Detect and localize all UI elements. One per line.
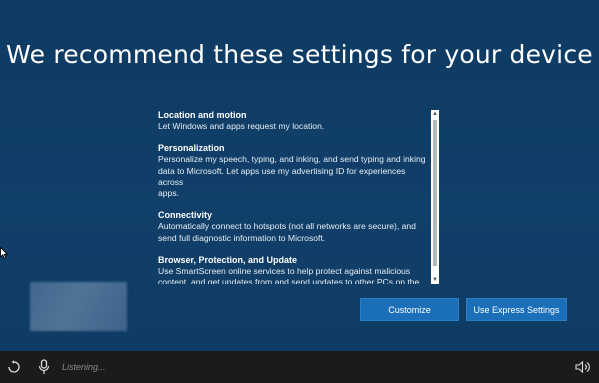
blurred-region (30, 282, 127, 331)
section-body: Personalize my speech, typing, and inkin… (158, 154, 426, 199)
taskbar: Listening... (0, 351, 599, 383)
customize-button[interactable]: Customize (360, 298, 459, 321)
scroll-down-arrow-icon[interactable]: ▼ (431, 276, 439, 284)
microphone-icon[interactable] (36, 359, 52, 375)
scroll-thumb[interactable] (433, 120, 437, 266)
section-connectivity: Connectivity Automatically connect to ho… (158, 210, 432, 244)
page-title: We recommend these settings for your dev… (6, 40, 593, 69)
volume-icon[interactable] (575, 359, 591, 375)
section-body: Let Windows and apps request my location… (158, 121, 325, 131)
section-heading: Location and motion (158, 110, 247, 120)
section-personalization: Personalization Personalize my speech, t… (158, 143, 432, 199)
section-browser-protection: Browser, Protection, and Update Use Smar… (158, 255, 432, 284)
settings-content: Location and motion Let Windows and apps… (158, 110, 432, 284)
use-express-settings-button[interactable]: Use Express Settings (466, 298, 567, 321)
section-location: Location and motion Let Windows and apps… (158, 110, 432, 132)
ease-of-access-icon[interactable] (6, 359, 22, 375)
section-body: Use SmartScreen online services to help … (158, 266, 420, 284)
scroll-up-arrow-icon[interactable]: ▲ (431, 110, 439, 118)
section-heading: Browser, Protection, and Update (158, 255, 298, 266)
section-body: Automatically connect to hotspots (not a… (158, 221, 416, 243)
vertical-scrollbar[interactable]: ▲ ▼ (431, 110, 439, 284)
mouse-pointer-icon (0, 246, 9, 259)
settings-list[interactable]: Location and motion Let Windows and apps… (158, 110, 438, 284)
section-heading: Connectivity (158, 210, 213, 221)
oobe-screen: We recommend these settings for your dev… (0, 0, 599, 351)
listening-status: Listening... (62, 362, 106, 372)
section-heading: Personalization (158, 143, 225, 154)
